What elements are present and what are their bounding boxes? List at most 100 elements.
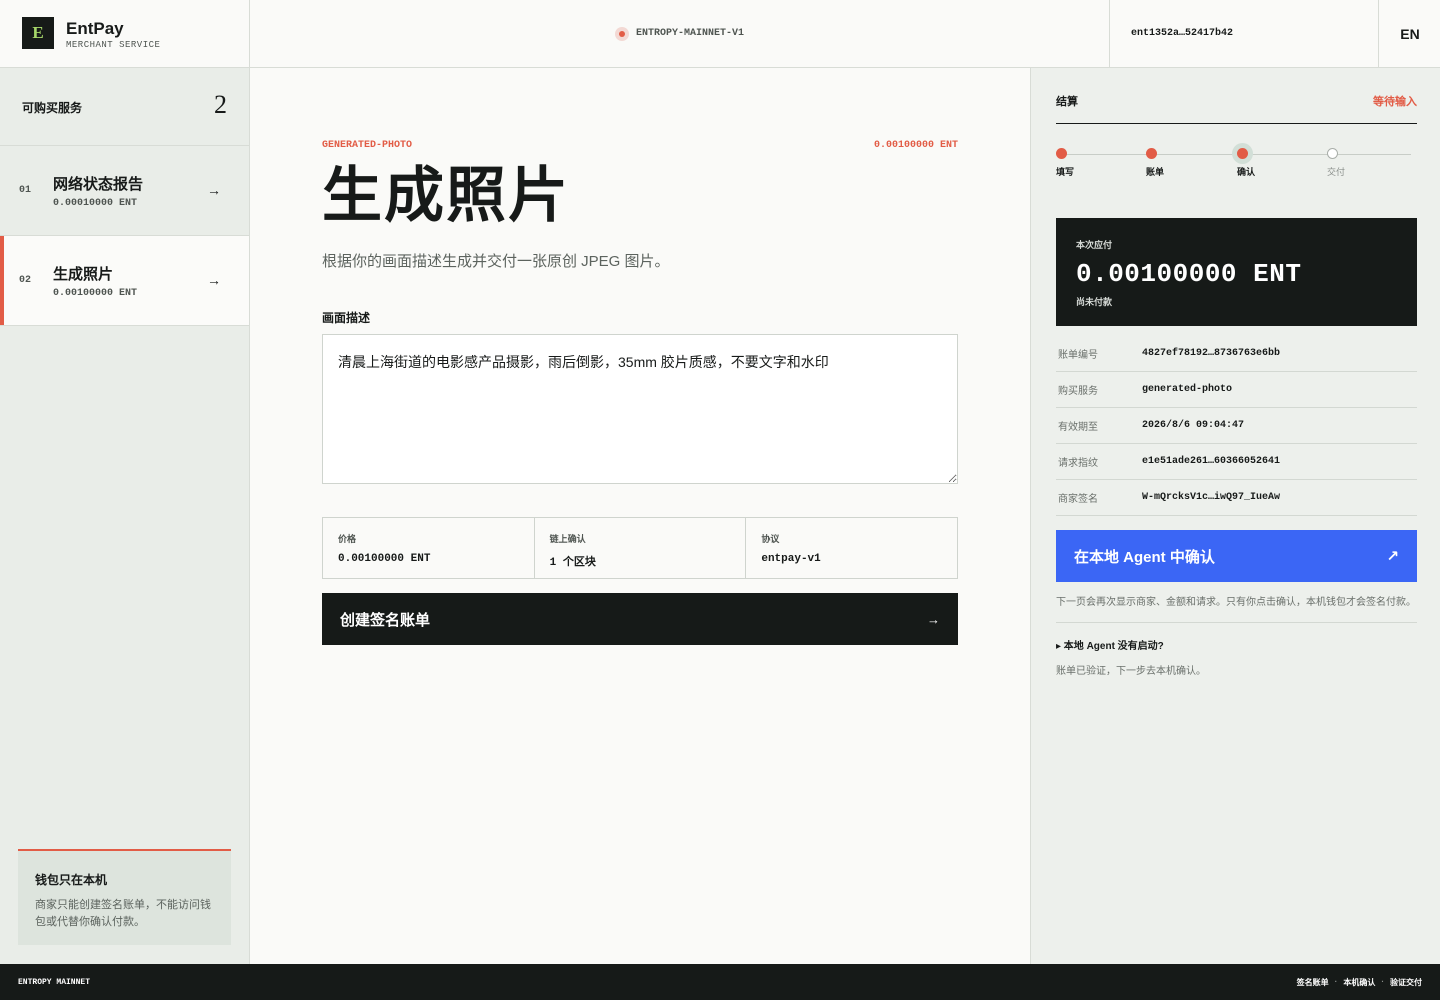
checkout-status: 等待输入 [1373,96,1417,108]
footer-separator: · [1381,976,1384,986]
prompt-textarea[interactable]: 清晨上海街道的电影感产品摄影，雨后倒影，35mm 胶片质感，不要文字和水印 [322,334,958,484]
sidebar-item-network-report[interactable]: 01 网络状态报告 0.00010000 ENT → [0,146,249,236]
service-form: GENERATED-PHOTO 0.00100000 ENT 生成照片 根据你的… [250,68,1030,964]
amount-value: 0.00100000 ENT [1076,259,1302,289]
detail-value: 4827ef78192…8736763e6bb [1142,348,1281,359]
detail-row: 账单编号 4827ef78192…8736763e6bb [1056,336,1417,372]
checkout-header: 结算 等待输入 [1056,93,1417,124]
service-number: 01 [19,185,32,196]
create-invoice-label: 创建签名账单 [340,611,431,629]
prompt-label: 画面描述 [322,311,371,325]
brand-subtitle: MERCHANT SERVICE [66,40,161,50]
footer-network: ENTROPY MAINNET [18,977,91,987]
detail-row: 请求指纹 e1e51ade261…60366052641 [1056,444,1417,480]
service-count: 2 [214,90,227,119]
detail-value: e1e51ade261…60366052641 [1142,456,1281,467]
sidebar: 可购买服务 2 01 网络状态报告 0.00010000 ENT → 02 生成… [0,68,250,964]
arrow-right-icon: → [207,182,221,198]
detail-key: 请求指纹 [1058,458,1098,469]
step-label: 确认 [1237,167,1256,177]
brand-name: EntPay [66,19,124,38]
stat-value: 0.00100000 ENT [338,553,431,565]
agent-note: 下一页会再次显示商家、金额和请求。只有你点击确认，本机钱包才会签名付款。 [1056,597,1416,608]
payment-status: 尚未付款 [1076,297,1113,307]
sidebar-header: 可购买服务 2 [0,68,249,146]
step-deliver: 交付 [1327,148,1367,178]
detail-value: generated-photo [1142,384,1233,395]
step-label: 账单 [1146,167,1165,177]
step-dot-icon [1146,148,1157,159]
stat-price: 价格 0.00100000 ENT [323,518,535,578]
verification-note: 账单已验证，下一步去本机确认。 [1056,666,1206,677]
divider [1056,622,1417,623]
step-dot-icon [1056,148,1067,159]
network-status-dot-icon [614,26,629,41]
stat-confirmations: 链上确认 1 个区块 [535,518,747,578]
brand[interactable]: E EntPay MERCHANT SERVICE [0,0,250,67]
progress-stepper: 填写 账单 确认 交付 [1056,148,1417,178]
checkout-panel: 结算 等待输入 填写 账单 确认 交付 本次应付 0.00100000 ENT … [1030,68,1440,964]
detail-row: 商家签名 W-mQrcksV1c…iwQ97_IueAw [1056,480,1417,516]
wallet-notice: 钱包只在本机 商家只能创建签名账单，不能访问钱包或代替你确认付款。 [18,849,231,945]
stat-label: 链上确认 [549,534,586,544]
service-price: 0.00100000 ENT [53,288,138,299]
service-name: 网络状态报告 [53,176,144,193]
footer-separator: · [1334,976,1338,986]
service-number: 02 [19,275,32,286]
confirm-in-agent-button[interactable]: 在本地 Agent 中确认 ↗ [1056,530,1417,582]
invoice-details: 账单编号 4827ef78192…8736763e6bb 购买服务 genera… [1056,336,1417,516]
stat-value: 1 个区块 [549,557,596,569]
detail-key: 商家签名 [1058,494,1098,505]
step-label: 交付 [1327,167,1346,177]
network-name: ENTROPY-MAINNET-V1 [635,28,745,39]
detail-value: 2026/8/6 09:04:47 [1142,420,1245,431]
stat-value: entpay-v1 [761,553,821,565]
service-price: 0.00010000 ENT [53,198,138,209]
notice-body: 商家只能创建签名账单，不能访问钱包或代替你确认付款。 [35,899,211,928]
footer-step: 签名账单 [1296,977,1329,987]
footer: ENTROPY MAINNET 签名账单 · 本机确认 · 验证交付 [0,964,1440,1000]
arrow-right-icon: → [207,272,221,288]
service-name: 生成照片 [53,266,114,283]
service-price-tag: 0.00100000 ENT [873,140,958,151]
create-invoice-button[interactable]: 创建签名账单 → [322,593,958,645]
notice-title: 钱包只在本机 [35,873,108,887]
step-label: 填写 [1056,167,1075,177]
service-id: GENERATED-PHOTO [322,140,413,151]
checkout-title: 结算 [1056,96,1078,108]
stat-protocol: 协议 entpay-v1 [746,518,957,578]
footer-steps: 签名账单 · 本机确认 · 验证交付 [1297,977,1422,988]
confirm-in-agent-label: 在本地 Agent 中确认 [1074,548,1215,566]
language-toggle[interactable]: EN [1380,0,1440,67]
step-confirm: 确认 [1237,148,1277,178]
service-tagline: GENERATED-PHOTO 0.00100000 ENT [322,140,958,151]
sidebar-item-generated-photo[interactable]: 02 生成照片 0.00100000 ENT → [0,236,249,326]
detail-key: 购买服务 [1058,386,1098,397]
logo-icon: E [22,17,54,49]
step-dot-icon [1237,148,1248,159]
step-invoice: 账单 [1146,148,1186,178]
stat-label: 价格 [338,534,357,544]
footer-step: 本机确认 [1343,977,1376,987]
account-address[interactable]: ent1352a…52417b42 [1111,0,1379,67]
amount-label: 本次应付 [1076,240,1113,250]
detail-row: 有效期至 2026/8/6 09:04:47 [1056,408,1417,444]
arrow-right-icon: → [927,611,940,627]
page-title: 生成照片 [322,162,570,229]
sidebar-heading: 可购买服务 [22,101,83,115]
detail-key: 账单编号 [1058,350,1098,361]
agent-not-running-toggle[interactable]: ▸ 本地 Agent 没有启动? [1056,637,1164,652]
step-fill: 填写 [1056,148,1096,178]
detail-row: 购买服务 generated-photo [1056,372,1417,408]
page-description: 根据你的画面描述生成并交付一张原创 JPEG 图片。 [322,253,670,270]
detail-value: W-mQrcksV1c…iwQ97_IueAw [1142,492,1281,503]
amount-due-card: 本次应付 0.00100000 ENT 尚未付款 [1056,218,1417,326]
service-stats: 价格 0.00100000 ENT 链上确认 1 个区块 协议 entpay-v… [322,517,958,579]
step-dot-icon [1327,148,1338,159]
external-link-icon: ↗ [1386,548,1399,565]
footer-step: 验证交付 [1390,977,1422,987]
detail-key: 有效期至 [1058,422,1098,433]
stat-label: 协议 [761,534,780,544]
network-indicator: ENTROPY-MAINNET-V1 [250,0,1110,67]
top-bar: E EntPay MERCHANT SERVICE ENTROPY-MAINNE… [0,0,1440,68]
